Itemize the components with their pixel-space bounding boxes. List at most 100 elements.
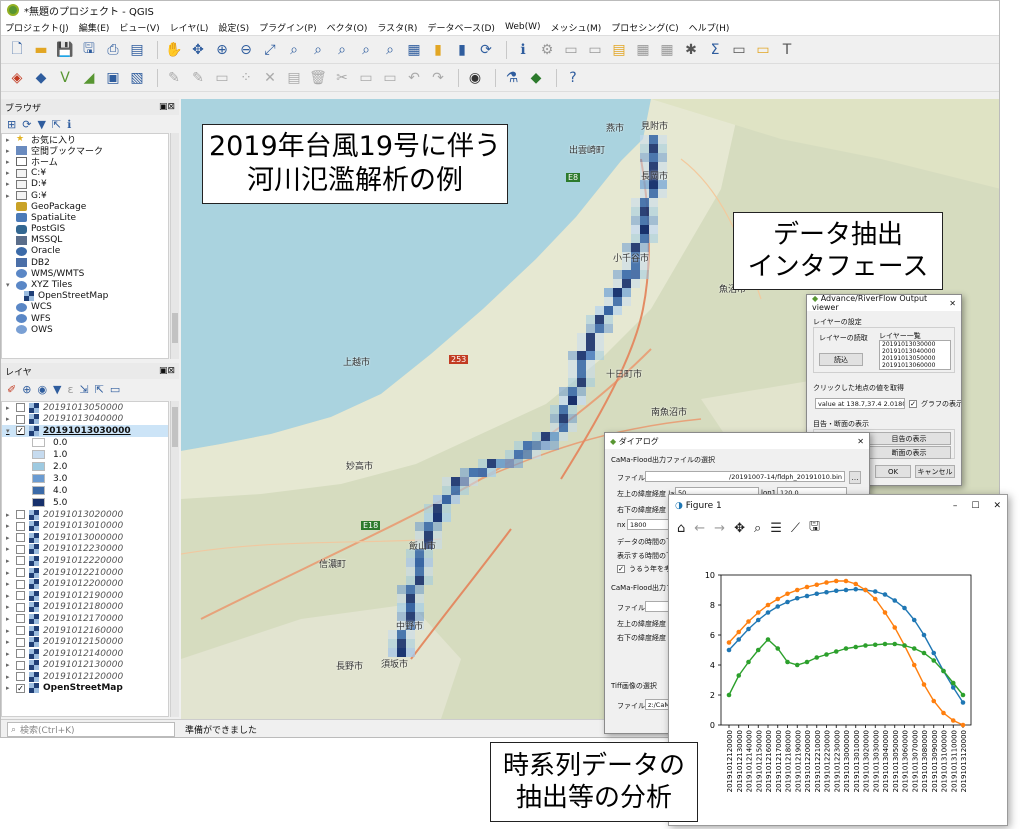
layer-row[interactable]: ▸ 20191012120000 xyxy=(2,671,168,683)
deselect-icon[interactable]: ▭ xyxy=(585,40,605,60)
browser-item-wfs[interactable]: WFS xyxy=(2,313,168,324)
layer-checkbox[interactable] xyxy=(16,521,25,531)
menu-web[interactable]: Web(W) xyxy=(505,22,541,32)
collapse-icon[interactable]: ⇱ xyxy=(52,118,61,131)
refresh-icon[interactable]: ⟳ xyxy=(476,40,496,60)
menu-database[interactable]: データベース(D) xyxy=(427,21,495,34)
toolbox-gear-icon[interactable]: ✱ xyxy=(681,40,701,60)
zoom-next-icon[interactable]: ⌕ xyxy=(380,40,400,60)
edit-axis-icon[interactable]: ⟋ xyxy=(791,521,800,536)
list-item[interactable]: 20191013030000 xyxy=(882,341,950,348)
copy-icon[interactable]: ▭ xyxy=(356,68,376,88)
add-selected-icon[interactable]: ⊞ xyxy=(7,118,16,131)
sum-icon[interactable]: Σ xyxy=(705,40,725,60)
layer-row[interactable]: ▸ 20191013010000 xyxy=(2,520,168,532)
plugin-globe-icon[interactable]: ◉ xyxy=(465,68,485,88)
layer-row[interactable]: ▸ 20191013040000 xyxy=(2,414,168,426)
pan-hand-icon[interactable]: ✋ xyxy=(164,40,184,60)
filter-icon[interactable]: ▼ xyxy=(37,118,45,131)
list-item[interactable]: 20191013060000 xyxy=(882,362,950,369)
layer-row[interactable]: ▸ 20191012210000 xyxy=(2,567,168,579)
identify-icon[interactable]: ℹ xyxy=(513,40,533,60)
layer-row-basemap[interactable]: ▸ ✓ OpenStreetMap xyxy=(2,683,168,695)
browser-item-g-drive[interactable]: ▸ G:¥ xyxy=(2,190,168,201)
close-icon[interactable]: ✕ xyxy=(993,501,1001,511)
python-icon[interactable]: ⚗ xyxy=(502,68,522,88)
browser-item-db2[interactable]: DB2 xyxy=(2,257,168,268)
layer-row-selected[interactable]: ▾ ✓ 20191013030000 xyxy=(2,425,168,437)
layer-checkbox[interactable] xyxy=(16,556,25,566)
value-output-field[interactable]: value at 138.7,37.4 2.018017 xyxy=(815,398,905,409)
menu-plugins[interactable]: プラグイン(P) xyxy=(259,21,316,34)
file-path-input-2[interactable] xyxy=(645,601,669,612)
menu-settings[interactable]: 設定(S) xyxy=(218,21,249,34)
eye-icon[interactable]: ◉ xyxy=(37,383,47,396)
layer-checkbox[interactable] xyxy=(16,591,25,601)
layer-checkbox[interactable] xyxy=(16,533,25,543)
browser-item-d-drive[interactable]: ▸ D:¥ xyxy=(2,179,168,190)
zoom-magnifier-icon[interactable]: ⌕ xyxy=(754,521,761,536)
info-icon[interactable]: ℹ xyxy=(67,118,71,131)
layer-row[interactable]: ▸ 20191013000000 xyxy=(2,532,168,544)
layer-checkbox[interactable] xyxy=(16,510,25,520)
menu-edit[interactable]: 編集(E) xyxy=(79,21,110,34)
style-brush-icon[interactable]: ✐ xyxy=(7,383,16,396)
zoom-out-icon[interactable]: ⊖ xyxy=(236,40,256,60)
zoom-layer-icon[interactable]: ⌕ xyxy=(308,40,328,60)
zoom-in-icon[interactable]: ⊕ xyxy=(212,40,232,60)
plugin-green-icon[interactable]: ◆ xyxy=(526,68,546,88)
menu-view[interactable]: ビュー(V) xyxy=(119,21,159,34)
select-icon[interactable]: ⚙ xyxy=(537,40,557,60)
layer-row[interactable]: ▸ 20191012190000 xyxy=(2,590,168,602)
browser-item-ows[interactable]: OWS xyxy=(2,324,168,335)
paste-icon[interactable]: ▭ xyxy=(380,68,400,88)
configure-subplots-icon[interactable]: ☰ xyxy=(770,521,782,536)
attribute-table-icon[interactable]: ▤ xyxy=(609,40,629,60)
layer-row[interactable]: ▸ 20191012170000 xyxy=(2,613,168,625)
delete-icon[interactable]: 🗑 xyxy=(308,68,328,88)
layer-row[interactable]: ▸ 20191012150000 xyxy=(2,636,168,648)
checkbox-checked[interactable]: ✓ xyxy=(617,565,625,573)
zoom-native-icon[interactable]: ⌕ xyxy=(332,40,352,60)
graph-checkbox[interactable]: ✓ グラフの表示 xyxy=(909,399,961,409)
expand-icon[interactable]: ⇲ xyxy=(79,383,88,396)
print-layout-icon[interactable]: ⎙ xyxy=(103,40,123,60)
menu-vector[interactable]: ベクタ(O) xyxy=(327,21,368,34)
browser-item-geopackage[interactable]: GeoPackage xyxy=(2,201,168,212)
timeseries-chart[interactable]: 024681020191012120000 20191012130000 20191… xyxy=(669,539,1007,825)
show-bookmarks-icon[interactable]: ▮ xyxy=(452,40,472,60)
toggle-edit-icon[interactable]: ✎ xyxy=(164,68,184,88)
layer-checkbox[interactable] xyxy=(16,614,25,624)
remove-layer-icon[interactable]: ▭ xyxy=(110,383,120,396)
show-timeseries-button[interactable]: 目告の表示 xyxy=(867,432,951,445)
filter-expr-icon[interactable]: ε xyxy=(68,383,74,396)
browser-item-wms[interactable]: WMS/WMTS xyxy=(2,268,168,279)
select-value-icon[interactable]: ▭ xyxy=(561,40,581,60)
new-project-icon[interactable]: 🗋 xyxy=(7,40,27,60)
close-icon[interactable]: ✕ xyxy=(949,299,956,308)
back-arrow-icon[interactable]: ← xyxy=(694,521,705,536)
panel-close-icon[interactable]: ▣⊠ xyxy=(159,366,175,376)
layer-checkbox[interactable] xyxy=(16,649,25,659)
browser-item-wcs[interactable]: WCS xyxy=(2,302,168,313)
layer-row[interactable]: ▸ 20191012180000 xyxy=(2,602,168,614)
redo-icon[interactable]: ↷ xyxy=(428,68,448,88)
checkbox-checked[interactable]: ✓ xyxy=(909,400,917,408)
browser-item-xyz[interactable]: ▾ XYZ Tiles xyxy=(2,279,168,290)
undo-icon[interactable]: ↶ xyxy=(404,68,424,88)
panel-close-icon[interactable]: ▣⊠ xyxy=(159,102,175,112)
browse-button[interactable]: … xyxy=(849,471,861,484)
save-edits-icon[interactable]: ▭ xyxy=(212,68,232,88)
layer-checkbox[interactable] xyxy=(16,626,25,636)
tiff-path-input[interactable]: z:/CaMa_Floo xyxy=(645,699,669,710)
add-layer-icon[interactable]: ◆ xyxy=(31,68,51,88)
data-source-manager-icon[interactable]: ◈ xyxy=(7,68,27,88)
browser-item-oracle[interactable]: Oracle xyxy=(2,246,168,257)
minimize-icon[interactable]: – xyxy=(953,501,958,511)
add-csv-icon[interactable]: ▧ xyxy=(127,68,147,88)
menu-mesh[interactable]: メッシュ(M) xyxy=(551,21,602,34)
layer-checkbox[interactable] xyxy=(16,602,25,612)
browser-item-bookmarks[interactable]: ▸ 空間ブックマーク xyxy=(2,145,168,157)
show-section-button[interactable]: 断面の表示 xyxy=(867,446,951,459)
ok-button[interactable]: OK xyxy=(875,465,911,478)
